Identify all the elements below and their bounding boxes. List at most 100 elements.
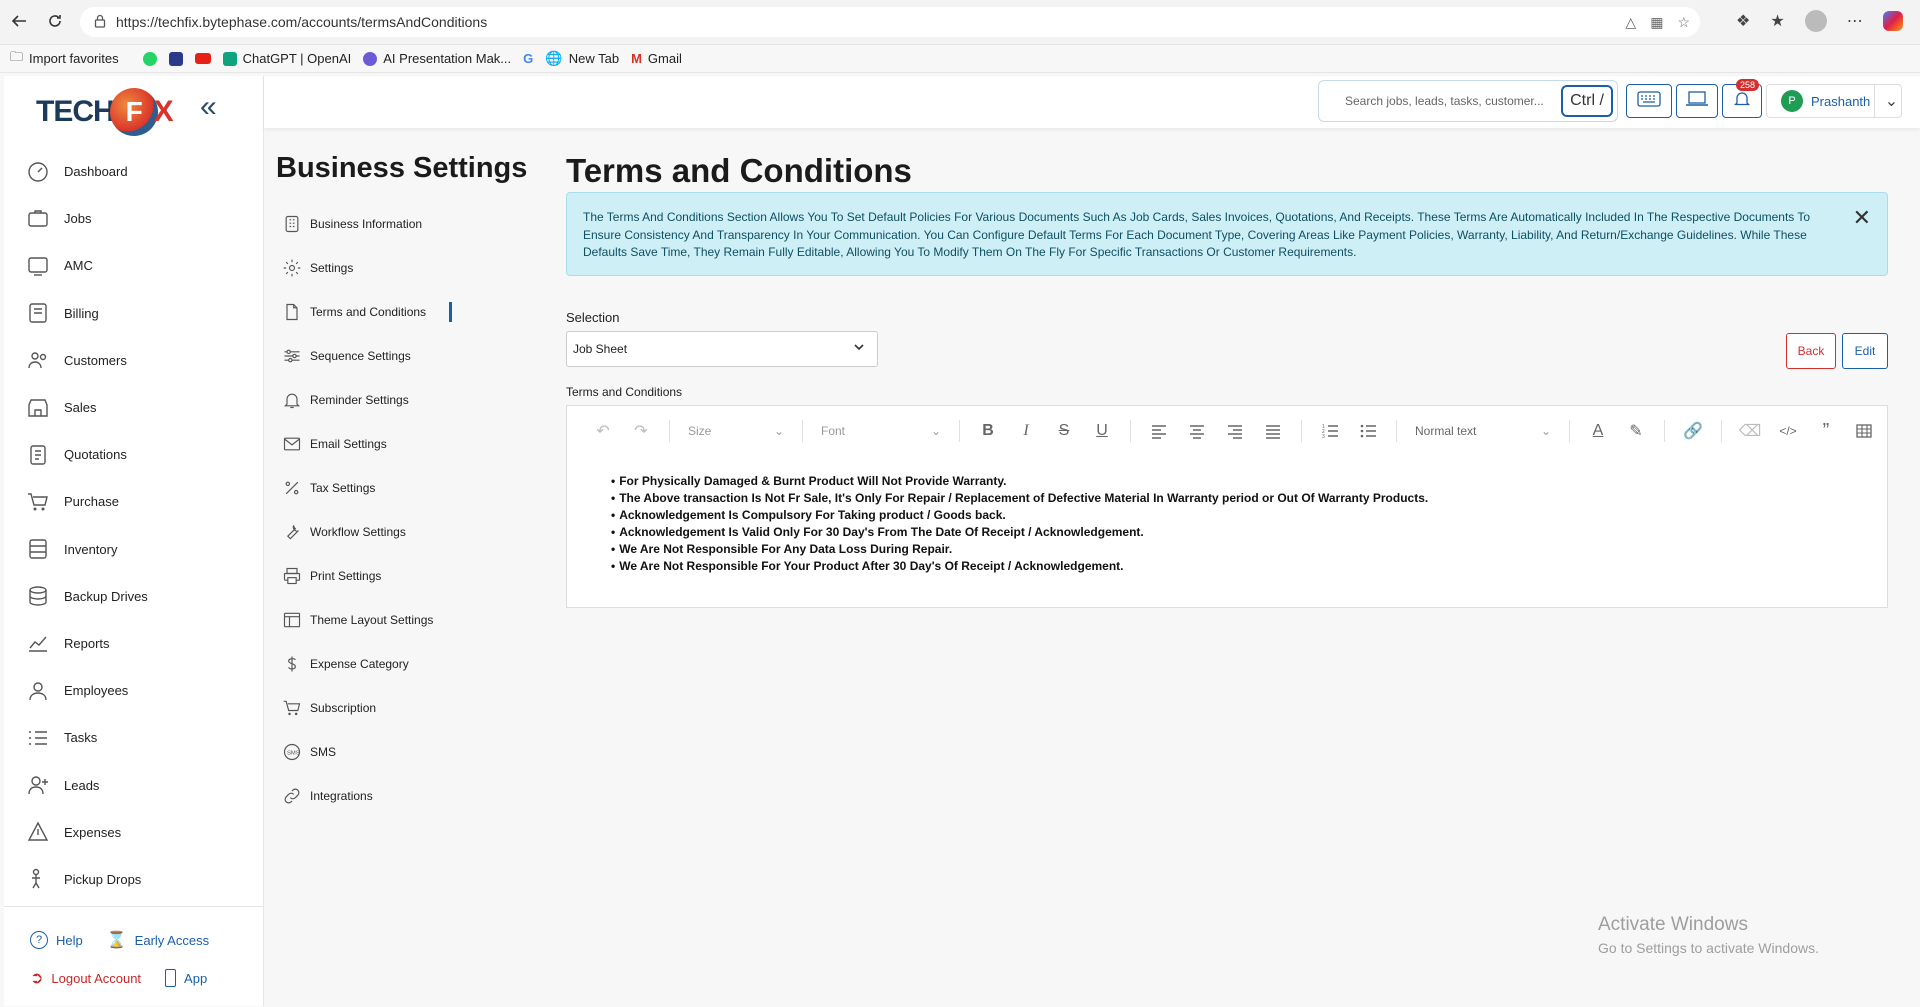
sidebar-item-reports[interactable]: Reports [26,620,256,667]
refresh-icon[interactable] [44,10,66,32]
settings-item-theme-layout-settings[interactable]: Theme Layout Settings [282,598,452,642]
bookmark-import-favorites[interactable]: 🗀 Import favorites [10,48,119,70]
sidebar-item-employees[interactable]: Employees [26,667,256,714]
bookmark-gmail[interactable]: M Gmail [631,51,682,66]
sidebar-item-sales[interactable]: Sales [26,384,256,431]
code-icon[interactable]: </> [1778,421,1798,441]
shield-icon[interactable] [168,51,183,66]
chevron-down-icon[interactable]: ⌄ [1874,84,1908,118]
search-input[interactable]: Search jobs, leads, tasks, customer... [1345,94,1544,108]
settings-item-tax-settings[interactable]: Tax Settings [282,466,452,510]
back-button[interactable]: Back [1786,333,1836,369]
block-type-select[interactable]: Normal text ⌄ [1415,424,1551,438]
toolbar-divider [802,420,803,442]
collapse-sidebar-icon[interactable]: « [200,92,230,124]
url-text: https://techfix.bytephase.com/accounts/t… [116,14,488,30]
settings-item-business-information[interactable]: Business Information [282,202,452,246]
billing-icon [29,303,47,323]
table-icon[interactable] [1854,421,1874,441]
link-icon[interactable]: 🔗 [1683,421,1703,441]
settings-item-email-settings[interactable]: Email Settings [282,422,452,466]
more-icon[interactable]: ⋯ [1847,11,1863,31]
app-link[interactable]: App [165,969,207,987]
bell-icon[interactable]: △ [1625,14,1636,31]
bookmark-chatgpt[interactable]: ChatGPT | OpenAI [222,51,351,66]
align-center-icon[interactable] [1187,421,1207,441]
sidebar-item-amc[interactable]: AMC [26,242,256,289]
strikethrough-icon[interactable]: S [1054,421,1074,441]
techfix-logo: TECH F X [36,88,174,136]
settings-item-label: Tax Settings [310,481,376,495]
settings-item-print-settings[interactable]: Print Settings [282,554,452,598]
bullet-list-icon[interactable] [1358,421,1378,441]
align-justify-icon[interactable] [1263,421,1283,441]
text-color-icon[interactable]: A [1588,421,1608,441]
sidebar-item-dashboard[interactable]: Dashboard [26,148,256,195]
sidebar-item-purchase[interactable]: Purchase [26,478,256,525]
edit-button[interactable]: Edit [1842,333,1888,369]
numbered-list-icon[interactable]: 123 [1320,421,1340,441]
sidebar-item-jobs[interactable]: Jobs [26,195,256,242]
selection-dropdown[interactable]: Job Sheet [566,331,878,367]
browser-toolbar: https://techfix.bytephase.com/accounts/t… [0,0,1920,45]
laptop-button[interactable] [1676,84,1718,118]
settings-item-sms[interactable]: SMS SMS [282,730,452,774]
notifications-button[interactable]: 258 [1722,79,1762,118]
global-search[interactable]: Search jobs, leads, tasks, customer... C… [1318,80,1618,122]
favorites-icon[interactable]: ★ [1770,11,1784,31]
quote-icon[interactable]: ” [1816,420,1836,442]
sidebar-item-billing[interactable]: Billing [26,290,256,337]
sidebar-item-backup-drives[interactable]: Backup Drives [26,573,256,620]
sidebar-item-tasks[interactable]: Tasks [26,714,256,761]
size-select[interactable]: Size ⌄ [688,424,784,438]
align-right-icon[interactable] [1225,421,1245,441]
font-select[interactable]: Font ⌄ [821,424,941,438]
cart-icon [28,493,48,511]
copilot-icon[interactable] [1882,11,1903,31]
star-icon[interactable]: ☆ [1677,14,1690,31]
close-icon[interactable]: ✕ [1853,207,1871,229]
back-arrow-icon[interactable] [8,10,30,32]
help-link[interactable]: ? Help [30,931,83,949]
settings-item-settings[interactable]: Settings [282,246,452,290]
sidebar-item-quotations[interactable]: Quotations [26,431,256,478]
settings-item-integrations[interactable]: Integrations [282,774,452,818]
chevron-down-icon: ⌄ [930,424,941,438]
bookmark-new-tab[interactable]: 🌐 New Tab [545,50,619,67]
highlight-icon[interactable]: ✎ [1626,421,1646,441]
redo-icon[interactable]: ↷ [631,421,651,441]
rich-text-editor[interactable]: ↶ ↷ Size ⌄ Font ⌄ B I S U 123 Normal tex… [566,405,1888,608]
leads-icon [28,776,48,795]
profile-icon[interactable] [1804,10,1827,32]
settings-item-subscription[interactable]: Subscription [282,686,452,730]
sidebar-item-label: Customers [64,352,127,368]
google-icon[interactable]: G [523,51,533,66]
early-access-link[interactable]: ⌛ Early Access [107,930,209,950]
undo-icon[interactable]: ↶ [593,421,613,441]
underline-icon[interactable]: U [1092,421,1112,441]
settings-item-terms-and-conditions[interactable]: Terms and Conditions [282,290,452,334]
clear-format-icon[interactable]: ⌫ [1739,421,1762,441]
whatsapp-icon[interactable] [142,51,157,66]
employees-icon [29,681,47,700]
apps-icon[interactable]: ▦ [1650,14,1663,31]
settings-item-workflow-settings[interactable]: Workflow Settings [282,510,452,554]
sidebar-item-inventory[interactable]: Inventory [26,526,256,573]
bookmark-ai-presentation[interactable]: AI Presentation Mak... [363,51,511,66]
sidebar-item-leads[interactable]: Leads [26,761,256,808]
youtube-icon[interactable] [194,53,211,64]
logout-link[interactable]: ➲ Logout Account [30,968,141,988]
keyboard-button[interactable] [1626,84,1672,118]
settings-item-expense-category[interactable]: Expense Category [282,642,452,686]
align-left-icon[interactable] [1149,421,1169,441]
bold-icon[interactable]: B [978,421,998,441]
settings-item-sequence-settings[interactable]: Sequence Settings [282,334,452,378]
italic-icon[interactable]: I [1016,421,1036,441]
settings-item-reminder-settings[interactable]: Reminder Settings [282,378,452,422]
editor-content[interactable]: For Physically Damaged & Burnt Product W… [567,456,1887,575]
sidebar-item-pickup-drops[interactable]: Pickup Drops [26,856,256,903]
sidebar-item-expenses[interactable]: Expenses [26,809,256,856]
address-bar[interactable]: https://techfix.bytephase.com/accounts/t… [80,7,1700,37]
sidebar-item-customers[interactable]: Customers [26,337,256,384]
extensions-icon[interactable]: ❖ [1736,11,1750,31]
